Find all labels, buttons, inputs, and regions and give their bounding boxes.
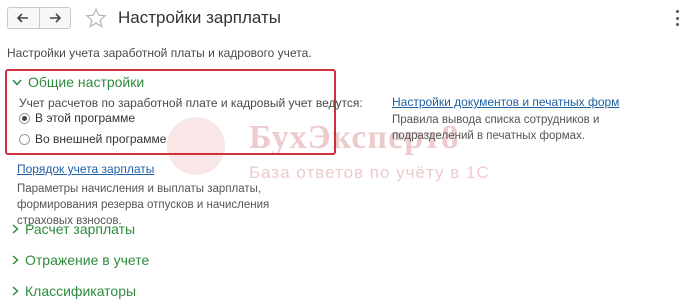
more-menu-button[interactable] — [668, 10, 686, 26]
forward-button[interactable] — [38, 8, 71, 28]
section-label: Классификаторы — [25, 283, 137, 299]
favorite-button[interactable] — [85, 7, 107, 29]
chevron-right-icon — [12, 255, 19, 265]
section-accounting-reflection[interactable]: Отражение в учете — [12, 252, 149, 268]
chevron-right-icon — [12, 224, 19, 234]
salary-order-link[interactable]: Порядок учета зарплаты — [17, 162, 154, 176]
title-bar: Настройки зарплаты — [0, 0, 700, 40]
back-button[interactable] — [8, 8, 39, 28]
page-title: Настройки зарплаты — [118, 8, 281, 27]
radio-unselected-icon — [19, 133, 30, 145]
section-salary-calculation[interactable]: Расчет зарплаты — [12, 221, 135, 237]
arrow-right-icon — [49, 13, 61, 23]
page-description: Настройки учета заработной платы и кадро… — [7, 46, 312, 60]
watermark-subtitle: База ответов по учёту в 1С — [249, 163, 490, 182]
radio-this-program[interactable]: В этой программе — [19, 111, 135, 125]
chevron-right-icon — [12, 286, 19, 296]
arrow-left-icon — [17, 13, 29, 23]
documents-settings-description: Правила вывода списка сотрудников и подр… — [392, 114, 600, 142]
radio-selected-icon — [19, 112, 30, 124]
radio-external-program-label: Во внешней программе — [35, 132, 167, 146]
section-classifiers[interactable]: Классификаторы — [12, 283, 136, 299]
star-icon — [85, 7, 107, 28]
accounting-mode-label: Учет расчетов по заработной плате и кадр… — [19, 96, 363, 110]
documents-settings-link[interactable]: Настройки документов и печатных форм — [392, 95, 619, 109]
general-settings-label: Общие настройки — [28, 74, 145, 90]
section-label: Расчет зарплаты — [25, 221, 136, 237]
radio-this-program-label: В этой программе — [35, 111, 136, 125]
more-vertical-icon — [675, 10, 679, 13]
section-label: Отражение в учете — [25, 252, 150, 268]
navigation-buttons — [7, 7, 71, 29]
chevron-down-icon — [12, 79, 22, 86]
radio-external-program[interactable]: Во внешней программе — [19, 132, 166, 146]
general-settings-header[interactable]: Общие настройки — [12, 74, 144, 90]
